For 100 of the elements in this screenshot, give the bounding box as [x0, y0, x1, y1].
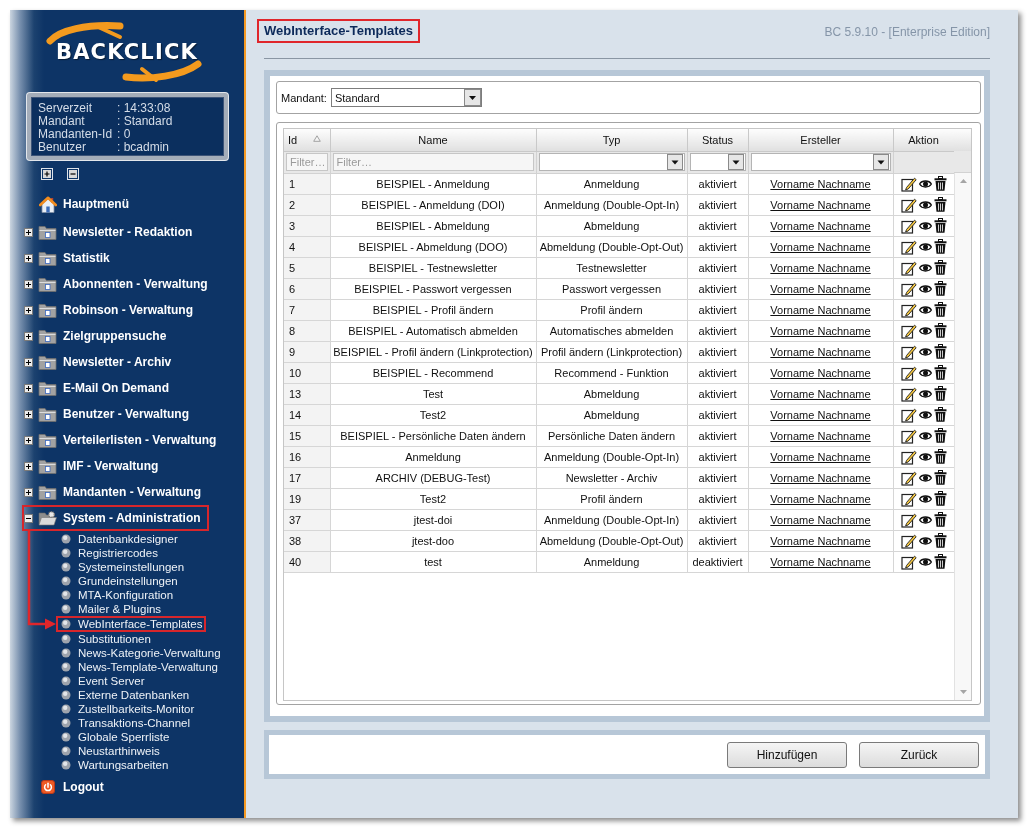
eye-icon[interactable] — [918, 556, 932, 567]
menu-item[interactable]: Robinson - Verwaltung — [22, 297, 201, 323]
column-header[interactable]: Typ — [536, 129, 687, 151]
submenu-item[interactable]: Systemeinstellungen — [56, 560, 189, 574]
submenu-item[interactable]: Mailer & Plugins — [56, 602, 166, 616]
eye-icon[interactable] — [918, 199, 932, 210]
creator-link[interactable]: Vorname Nachname — [770, 513, 871, 526]
edit-icon[interactable] — [900, 532, 917, 549]
eye-icon[interactable] — [918, 388, 932, 399]
expand-icon[interactable] — [24, 227, 33, 237]
column-header[interactable]: Aktion — [893, 129, 954, 151]
edit-icon[interactable] — [900, 238, 917, 255]
creator-link[interactable]: Vorname Nachname — [770, 219, 871, 232]
creator-link[interactable]: Vorname Nachname — [770, 534, 871, 547]
action-button[interactable]: Zurück — [859, 741, 979, 768]
menu-item[interactable]: Abonnenten - Verwaltung — [22, 271, 216, 297]
edit-icon[interactable] — [900, 322, 917, 339]
trash-icon[interactable] — [933, 218, 947, 233]
expand-icon[interactable] — [24, 253, 33, 263]
creator-link[interactable]: Vorname Nachname — [770, 198, 871, 211]
expand-icon[interactable] — [24, 383, 33, 393]
submenu-item[interactable]: Event Server — [56, 674, 149, 688]
edit-icon[interactable] — [900, 490, 917, 507]
expand-icon[interactable] — [24, 409, 33, 419]
trash-icon[interactable] — [933, 449, 947, 464]
creator-link[interactable]: Vorname Nachname — [770, 471, 871, 484]
edit-icon[interactable] — [900, 259, 917, 276]
trash-icon[interactable] — [933, 512, 947, 527]
creator-link[interactable]: Vorname Nachname — [770, 177, 871, 190]
expand-icon[interactable] — [24, 435, 33, 445]
collapse-all-icon[interactable] — [67, 168, 79, 180]
creator-link[interactable]: Vorname Nachname — [770, 492, 871, 505]
edit-icon[interactable] — [900, 301, 917, 318]
trash-icon[interactable] — [933, 428, 947, 443]
collapse-icon[interactable] — [24, 513, 33, 523]
submenu-item[interactable]: News-Template-Verwaltung — [56, 660, 222, 674]
column-header[interactable]: Status — [687, 129, 748, 151]
expand-icon[interactable] — [24, 487, 33, 497]
menu-item[interactable]: Mandanten - Verwaltung — [22, 479, 209, 505]
trash-icon[interactable] — [933, 281, 947, 296]
trash-icon[interactable] — [933, 323, 947, 338]
menu-item[interactable]: Newsletter - Redaktion — [22, 219, 201, 245]
menu-item[interactable]: System - Administration — [22, 505, 209, 531]
menu-item[interactable]: Statistik — [22, 245, 118, 271]
mandant-dropdown[interactable]: Standard — [330, 88, 482, 107]
column-header[interactable]: Ersteller — [748, 129, 893, 151]
trash-icon[interactable] — [933, 470, 947, 485]
trash-icon[interactable] — [933, 344, 947, 359]
submenu-item[interactable]: WebInterface-Templates — [56, 616, 207, 632]
creator-link[interactable]: Vorname Nachname — [770, 261, 871, 274]
menu-item[interactable]: IMF - Verwaltung — [22, 453, 167, 479]
creator-link[interactable]: Vorname Nachname — [770, 282, 871, 295]
eye-icon[interactable] — [918, 304, 932, 315]
edit-icon[interactable] — [900, 406, 917, 423]
expand-icon[interactable] — [24, 331, 33, 341]
submenu-item[interactable]: Zustellbarkeits-Monitor — [56, 702, 199, 716]
menu-item[interactable]: Newsletter - Archiv — [22, 349, 180, 375]
submenu-item[interactable]: Registriercodes — [56, 546, 162, 560]
eye-icon[interactable] — [918, 535, 932, 546]
eye-icon[interactable] — [918, 472, 932, 483]
filter-dropdown[interactable] — [538, 153, 685, 171]
action-button[interactable]: Hinzufügen — [727, 741, 847, 768]
eye-icon[interactable] — [918, 346, 932, 357]
eye-icon[interactable] — [918, 241, 932, 252]
creator-link[interactable]: Vorname Nachname — [770, 324, 871, 337]
creator-link[interactable]: Vorname Nachname — [770, 303, 871, 316]
edit-icon[interactable] — [900, 427, 917, 444]
creator-link[interactable]: Vorname Nachname — [770, 408, 871, 421]
menu-item[interactable]: Benutzer - Verwaltung — [22, 401, 198, 427]
filter-dropdown[interactable] — [689, 153, 746, 171]
edit-icon[interactable] — [900, 385, 917, 402]
eye-icon[interactable] — [918, 178, 932, 189]
menu-item[interactable]: Verteilerlisten - Verwaltung — [22, 427, 225, 453]
trash-icon[interactable] — [933, 386, 947, 401]
trash-icon[interactable] — [933, 554, 947, 569]
filter-field[interactable]: Filter… — [286, 153, 328, 171]
eye-icon[interactable] — [918, 514, 932, 525]
eye-icon[interactable] — [918, 409, 932, 420]
submenu-item[interactable]: Neustarthinweis — [56, 744, 164, 758]
submenu-item[interactable]: Transaktions-Channel — [56, 716, 195, 730]
creator-link[interactable]: Vorname Nachname — [770, 450, 871, 463]
filter-field[interactable]: Filter… — [332, 153, 534, 171]
eye-icon[interactable] — [918, 451, 932, 462]
eye-icon[interactable] — [918, 220, 932, 231]
submenu-item[interactable]: Externe Datenbanken — [56, 688, 194, 702]
submenu-item[interactable]: Globale Sperrliste — [56, 730, 174, 744]
column-header[interactable]: Name — [330, 129, 536, 151]
creator-link[interactable]: Vorname Nachname — [770, 366, 871, 379]
trash-icon[interactable] — [933, 407, 947, 422]
edit-icon[interactable] — [900, 469, 917, 486]
eye-icon[interactable] — [918, 262, 932, 273]
trash-icon[interactable] — [933, 302, 947, 317]
creator-link[interactable]: Vorname Nachname — [770, 429, 871, 442]
menu-item[interactable]: Logout — [22, 774, 112, 800]
edit-icon[interactable] — [900, 553, 917, 570]
edit-icon[interactable] — [900, 511, 917, 528]
submenu-item[interactable]: MTA-Konfiguration — [56, 588, 178, 602]
trash-icon[interactable] — [933, 197, 947, 212]
expand-icon[interactable] — [24, 357, 33, 367]
expand-icon[interactable] — [24, 461, 33, 471]
